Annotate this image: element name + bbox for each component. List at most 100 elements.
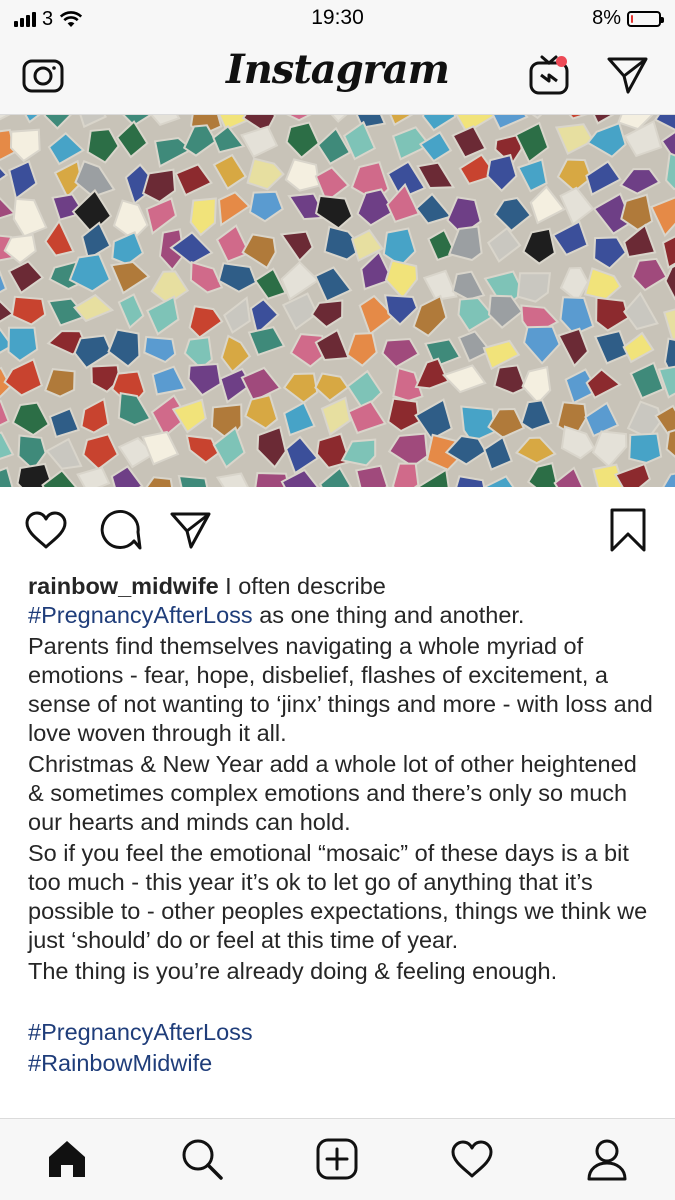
mosaic-tile: [280, 468, 320, 487]
mosaic-tile: [189, 197, 217, 237]
post-image[interactable]: [0, 115, 675, 487]
mosaic-tile: [0, 269, 8, 294]
mosaic-tile: [384, 259, 419, 300]
mosaic-tile: [315, 432, 352, 469]
caption-intro-hashtag[interactable]: #PregnancyAfterLoss: [28, 602, 253, 628]
mosaic-tile: [76, 466, 111, 487]
mosaic-tile: [447, 225, 483, 262]
mosaic-tile: [389, 115, 414, 127]
mosaic-tile: [614, 462, 652, 487]
mosaic-tile: [86, 128, 120, 164]
direct-message-icon[interactable]: [602, 52, 652, 98]
mosaic-tile: [559, 186, 595, 226]
mosaic-tile: [281, 292, 319, 331]
caption-username[interactable]: rainbow_midwife: [28, 573, 219, 599]
mosaic-tile: [559, 266, 590, 303]
mosaic-tile: [141, 430, 180, 466]
heart-icon[interactable]: [22, 506, 70, 554]
mosaic-tile: [557, 327, 590, 368]
mosaic-tile: [387, 432, 429, 468]
igtv-icon[interactable]: [524, 52, 574, 98]
mosaic-tile: [79, 115, 107, 129]
caption-paragraph: The thing is you’re already doing & feel…: [28, 958, 558, 984]
new-post-icon[interactable]: [309, 1131, 365, 1187]
mosaic-tile: [381, 337, 420, 369]
mosaic-tile: [151, 365, 187, 396]
mosaic-tile: [418, 131, 453, 163]
mosaic-tile: [107, 328, 141, 368]
mosaic-tile: [0, 197, 17, 220]
bottom-tab-bar: [0, 1118, 675, 1200]
activity-heart-icon[interactable]: [444, 1131, 500, 1187]
mosaic-tile: [628, 432, 663, 464]
mosaic-tile: [347, 400, 387, 435]
caption-intro: I often describe: [218, 573, 386, 599]
mosaic-tile: [12, 197, 48, 238]
mosaic-tile: [593, 236, 628, 270]
mosaic-tile: [493, 364, 527, 395]
mosaic-tile: [0, 399, 10, 427]
comment-icon[interactable]: [96, 506, 144, 554]
post-actions: [0, 500, 675, 560]
notification-dot: [556, 56, 567, 67]
mosaic-tile: [283, 401, 316, 437]
mosaic-tile: [0, 166, 9, 181]
mosaic-tile: [0, 431, 15, 460]
mosaic-tile: [244, 393, 279, 430]
mosaic-tile: [11, 401, 51, 437]
mosaic-tile: [523, 325, 561, 365]
mosaic-tile: [451, 270, 486, 301]
mosaic-tile: [212, 426, 246, 469]
battery-icon: [627, 10, 664, 27]
caption-paragraph: Parents find themselves navigating a who…: [28, 633, 653, 746]
mosaic-tile: [0, 299, 15, 323]
mosaic-tile: [174, 163, 213, 197]
mosaic-tile: [310, 299, 344, 329]
mosaic-tile: [45, 437, 83, 470]
mosaic-tile: [217, 262, 258, 293]
mosaic-tile: [592, 115, 615, 125]
mosaic-tile: [220, 334, 252, 374]
mosaic-tile: [586, 121, 627, 158]
mosaic-tile: [143, 335, 177, 364]
status-right: 8%: [592, 7, 664, 30]
caption-paragraph: So if you feel the emotional “mosaic” of…: [28, 840, 648, 953]
battery-percentage: 8%: [592, 7, 621, 29]
search-icon[interactable]: [174, 1131, 230, 1187]
mosaic-tile: [484, 475, 515, 487]
mosaic-tile: [554, 123, 595, 155]
mosaic-tile: [0, 115, 11, 121]
mosaic-tile: [516, 272, 552, 303]
bookmark-icon[interactable]: [604, 506, 652, 554]
mosaic-tile: [223, 296, 251, 334]
mosaic-tile: [662, 472, 675, 487]
profile-icon[interactable]: [579, 1131, 635, 1187]
mosaic-tile: [631, 257, 668, 292]
hashtag-link[interactable]: #PregnancyAfterLoss: [28, 1018, 656, 1047]
mosaic-tile: [521, 365, 552, 405]
mosaic-tile: [665, 151, 675, 191]
mosaic-tile: [568, 115, 588, 120]
mosaic-tile: [585, 368, 622, 400]
mosaic-tile: [44, 219, 75, 257]
mosaic-tiles-photo: [0, 115, 675, 487]
status-bar: 3 19:30 8%: [0, 0, 675, 40]
mosaic-tile: [71, 188, 113, 235]
mosaic-tile: [382, 227, 417, 268]
mosaic-tile: [457, 330, 492, 363]
mosaic-tile: [44, 368, 76, 398]
mosaic-tile: [629, 361, 665, 400]
mosaic-tile: [47, 131, 85, 166]
home-icon[interactable]: [39, 1131, 95, 1187]
mosaic-tile: [514, 436, 557, 465]
mosaic-tile: [483, 435, 513, 471]
mosaic-tile: [279, 230, 314, 263]
mosaic-tile: [514, 121, 550, 164]
mosaic-tile: [212, 153, 248, 191]
share-icon[interactable]: [166, 506, 214, 554]
hashtag-link[interactable]: #RainbowMidwife: [28, 1049, 656, 1078]
mosaic-tile: [529, 185, 566, 225]
mosaic-tile: [10, 295, 47, 326]
mosaic-tile: [9, 128, 41, 163]
mosaic-tile: [663, 308, 675, 342]
